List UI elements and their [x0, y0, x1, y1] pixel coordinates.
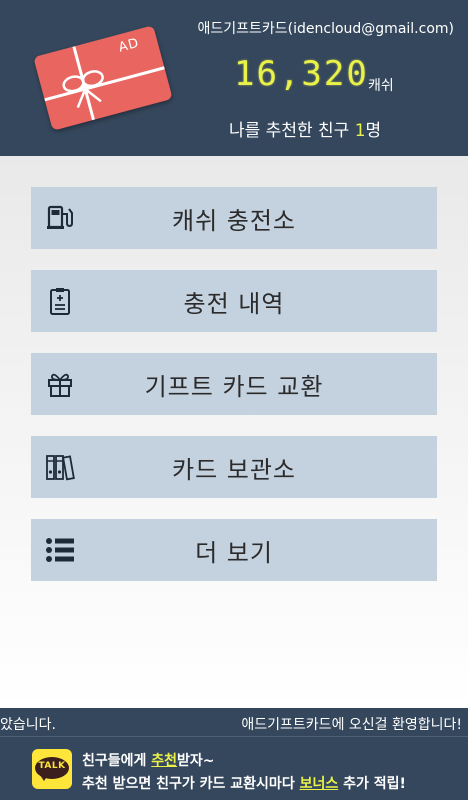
notice-marquee: 았습니다. 애드기프트카드에 오신걸 환영합니다! — [0, 708, 468, 736]
talk-bubble-tail — [40, 775, 48, 781]
gift-card-exchange-button[interactable]: 기프트 카드 교환 — [31, 353, 437, 415]
promo-text: 받자~ — [177, 753, 215, 769]
menu-label: 캐쉬 충전소 — [171, 206, 297, 235]
charge-history-button[interactable]: 충전 내역 — [31, 270, 437, 332]
marquee-text-left: 았습니다. — [0, 717, 56, 733]
promo-line-1: 친구들에게 추천받자~ — [82, 750, 215, 770]
promo-text: 추가 적립! — [338, 776, 406, 792]
menu-label: 충전 내역 — [183, 289, 285, 318]
marquee-text-right: 애드기프트카드에 오신걸 환영합니다! — [241, 717, 462, 733]
menu-label: 기프트 카드 교환 — [144, 372, 324, 401]
cash-balance: 16,320 — [234, 54, 369, 94]
more-button[interactable]: 더 보기 — [31, 519, 437, 581]
menu-label: 카드 보관소 — [171, 455, 297, 484]
cash-charge-button[interactable]: 캐쉬 충전소 — [31, 187, 437, 249]
menu-label: 더 보기 — [195, 538, 273, 567]
kakaotalk-icon[interactable]: TALK — [32, 749, 72, 789]
ribbon-bow-icon — [44, 46, 165, 121]
promo-highlight: 추천 — [151, 753, 178, 769]
referral-count: 나를 추천한 친구 1명 — [229, 116, 381, 141]
account-label: 애드기프트카드(idencloud@gmail.com) — [197, 21, 455, 37]
gift-card-logo: AD — [33, 25, 173, 131]
promo-highlight: 보너스 — [299, 776, 339, 792]
referral-prefix: 나를 추천한 친구 — [229, 121, 355, 141]
menu-area: 캐쉬 충전소 충전 내역 기프트 카드 교환 카드 보관소 더 보기 — [0, 156, 468, 708]
kakao-invite-banner[interactable]: TALK 친구들에게 추천받자~ 추천 받으면 친구가 카드 교환시마다 보너스… — [0, 736, 468, 800]
app-screen: AD 애드기프트카드(idencloud@gmail.com) 16,320 캐… — [0, 0, 468, 800]
account-header: AD 애드기프트카드(idencloud@gmail.com) 16,320 캐… — [0, 0, 468, 156]
promo-line-2: 추천 받으면 친구가 카드 교환시마다 보너스 추가 적립! — [82, 773, 406, 793]
promo-text: 추천 받으면 친구가 카드 교환시마다 — [82, 776, 300, 792]
talk-icon-text: TALK — [38, 761, 66, 771]
card-storage-button[interactable]: 카드 보관소 — [31, 436, 437, 498]
cash-unit: 캐쉬 — [368, 78, 394, 94]
referral-suffix: 명 — [365, 121, 382, 141]
promo-text: 친구들에게 — [82, 753, 152, 769]
referral-number: 1 — [354, 121, 366, 141]
